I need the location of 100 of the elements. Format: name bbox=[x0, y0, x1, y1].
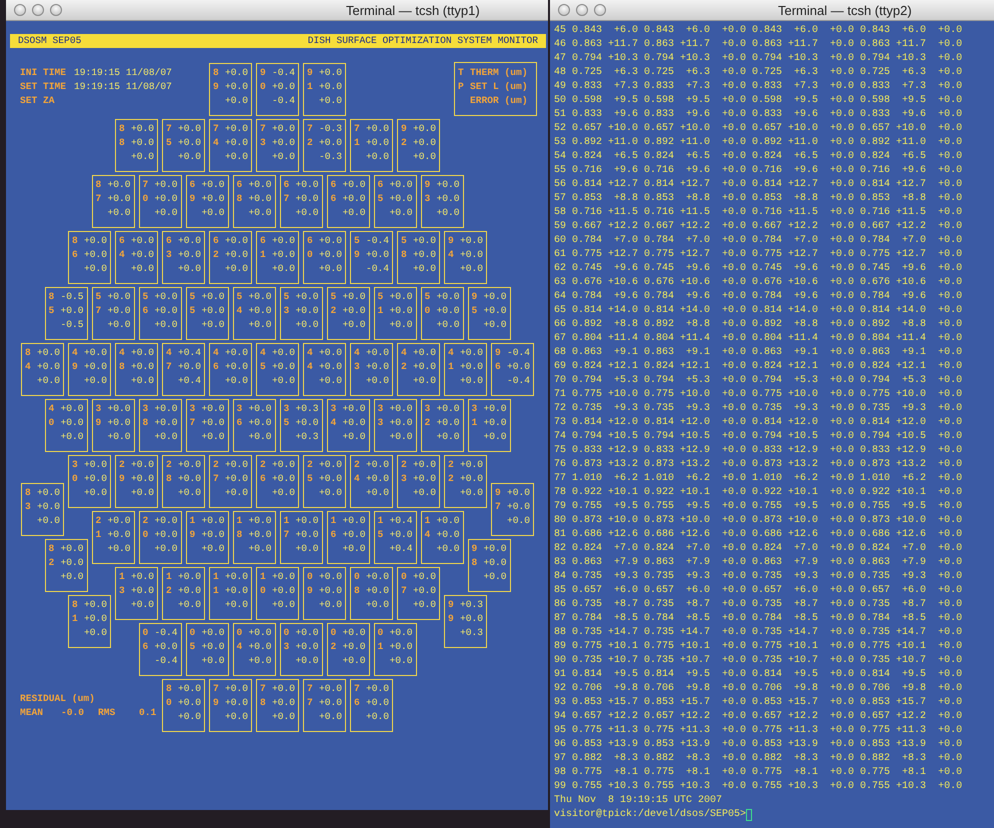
therm-value: +0.0 bbox=[389, 402, 412, 416]
therm-value: +0.0 bbox=[366, 346, 389, 360]
output-line: 88 0.735 +14.7 0.735 +14.7 +0.0 0.735 +14.7 +0.0 0.735 +14.7 +0.0 bbox=[554, 626, 964, 640]
set-l-index: 2 bbox=[166, 584, 172, 598]
therm-index: 7 bbox=[142, 178, 148, 192]
therm-index: 6 bbox=[119, 234, 125, 248]
therm-index: 3 bbox=[72, 458, 78, 472]
error-value: +0.0 bbox=[178, 486, 201, 500]
output-line: 56 0.814 +12.7 0.814 +12.7 +0.0 0.814 +12.7 +0.0 0.814 +12.7 +0.0 bbox=[554, 178, 964, 192]
output-line: 80 0.873 +10.0 0.873 +10.0 +0.0 0.873 +10.0 +0.0 0.873 +10.0 +0.0 bbox=[554, 514, 964, 528]
therm-index: 5 bbox=[190, 290, 196, 304]
error-value: +0.0 bbox=[389, 206, 412, 220]
output-line: 83 0.863 +7.9 0.863 +7.9 +0.0 0.863 +7.9 +0.0 0.863 +7.9 +0.0 bbox=[554, 556, 964, 570]
error-value: +0.0 bbox=[130, 150, 154, 164]
error-value: +0.0 bbox=[248, 318, 272, 332]
set-l-value: +0.0 bbox=[248, 304, 272, 318]
set-l-value: +0.0 bbox=[412, 584, 436, 598]
error-value: +0.0 bbox=[107, 318, 130, 332]
close-button[interactable] bbox=[558, 4, 570, 16]
set-l-value: +0.0 bbox=[295, 192, 318, 206]
output-line: 76 0.873 +13.2 0.873 +13.2 +0.0 0.873 +13.2 +0.0 0.873 +13.2 +0.0 bbox=[554, 458, 964, 472]
output-line: 81 0.686 +12.6 0.686 +12.6 +0.0 0.686 +12.6 +0.0 0.686 +12.6 +0.0 bbox=[554, 528, 964, 542]
set-l-value: +0.0 bbox=[483, 304, 506, 318]
set-l-value: +0.0 bbox=[248, 528, 272, 542]
set-l-index: 4 bbox=[213, 136, 219, 150]
zoom-button[interactable] bbox=[50, 4, 62, 16]
error-value: +0.4 bbox=[389, 542, 412, 556]
error-value: +0.0 bbox=[130, 598, 154, 612]
error-value: +0.0 bbox=[224, 710, 248, 724]
set-l-index: 6 bbox=[495, 360, 501, 374]
therm-index: 8 bbox=[25, 346, 31, 360]
error-value: +0.0 bbox=[154, 318, 178, 332]
therm-value: +0.0 bbox=[84, 598, 107, 612]
error-value: +0.0 bbox=[60, 570, 84, 584]
set-l-index: 4 bbox=[448, 248, 454, 262]
set-l-value: +0.0 bbox=[366, 136, 389, 150]
output-line: 84 0.735 +9.3 0.735 +9.3 +0.0 0.735 +9.3 +0.0 0.735 +9.3 +0.0 bbox=[554, 570, 964, 584]
set-l-index: 9 bbox=[190, 528, 196, 542]
error-value: +0.0 bbox=[412, 374, 436, 388]
error-value: +0.0 bbox=[460, 262, 483, 276]
therm-index: 6 bbox=[260, 234, 266, 248]
time-value: 19:19:15 11/08/07 bbox=[74, 66, 172, 80]
output-line: 72 0.735 +9.3 0.735 +9.3 +0.0 0.735 +9.3 +0.0 0.735 +9.3 +0.0 bbox=[554, 402, 964, 416]
set-l-index: 7 bbox=[307, 696, 313, 710]
therm-value: +0.0 bbox=[224, 682, 248, 696]
legend-key: P bbox=[458, 81, 464, 92]
therm-value: +0.0 bbox=[224, 570, 248, 584]
error-value: +0.0 bbox=[178, 150, 201, 164]
set-l-index: 7 bbox=[401, 584, 407, 598]
zoom-button[interactable] bbox=[594, 4, 606, 16]
set-l-value: +0.0 bbox=[130, 472, 154, 486]
set-l-value: +0.0 bbox=[60, 556, 84, 570]
therm-index: 6 bbox=[307, 234, 313, 248]
set-l-value: +0.0 bbox=[107, 528, 130, 542]
error-value: +0.0 bbox=[318, 262, 342, 276]
therm-value: +0.0 bbox=[389, 626, 412, 640]
therm-value: +0.0 bbox=[84, 458, 107, 472]
therm-value: +0.0 bbox=[130, 234, 154, 248]
set-l-value: +0.0 bbox=[295, 640, 318, 654]
therm-value: +0.0 bbox=[178, 234, 201, 248]
error-value: +0.0 bbox=[224, 150, 248, 164]
therm-value: +0.0 bbox=[272, 234, 295, 248]
set-l-index: 0 bbox=[307, 248, 313, 262]
therm-index: 8 bbox=[48, 290, 54, 304]
error-value: +0.0 bbox=[178, 598, 201, 612]
therm-index: 1 bbox=[236, 514, 242, 528]
therm-index: 1 bbox=[330, 514, 336, 528]
therm-value: +0.0 bbox=[154, 290, 178, 304]
output-line: 49 0.833 +7.3 0.833 +7.3 +0.0 0.833 +7.3 +0.0 0.833 +7.3 +0.0 bbox=[554, 80, 964, 94]
error-value: +0.0 bbox=[342, 318, 366, 332]
therm-index: 9 bbox=[448, 598, 454, 612]
therm-index: 4 bbox=[401, 346, 407, 360]
set-l-value: +0.0 bbox=[506, 360, 530, 374]
therm-index: 4 bbox=[307, 346, 313, 360]
therm-index: 5 bbox=[284, 290, 290, 304]
therm-value: -0.3 bbox=[318, 122, 342, 136]
output-line: 95 0.775 +11.3 0.775 +11.3 +0.0 0.775 +11.3 +0.0 0.775 +11.3 +0.0 bbox=[554, 724, 964, 738]
minimize-button[interactable] bbox=[576, 4, 588, 16]
therm-index: 9 bbox=[495, 486, 501, 500]
therm-index: 7 bbox=[354, 682, 360, 696]
set-l-value: +0.0 bbox=[342, 528, 366, 542]
therm-value: +0.0 bbox=[224, 346, 248, 360]
minimize-button[interactable] bbox=[32, 4, 44, 16]
therm-index: 5 bbox=[354, 234, 360, 248]
therm-index: 6 bbox=[284, 178, 290, 192]
set-l-index: 2 bbox=[48, 556, 54, 570]
error-value: +0.0 bbox=[389, 318, 412, 332]
output-line: 71 0.775 +10.0 0.775 +10.0 +0.0 0.775 +10.0 +0.0 0.775 +10.0 +0.0 bbox=[554, 388, 964, 402]
therm-value: +0.0 bbox=[272, 682, 295, 696]
set-l-index: 8 bbox=[166, 472, 172, 486]
error-value: +0.0 bbox=[36, 374, 60, 388]
set-l-value: +0.0 bbox=[483, 416, 506, 430]
therm-index: 0 bbox=[378, 626, 384, 640]
legend-label: ERROR (um) bbox=[470, 94, 528, 108]
close-button[interactable] bbox=[14, 4, 26, 16]
output-line: 68 0.863 +9.1 0.863 +9.1 +0.0 0.863 +9.1 +0.0 0.863 +9.1 +0.0 bbox=[554, 346, 964, 360]
time-value: 19:19:15 11/08/07 bbox=[74, 80, 172, 94]
therm-index: 4 bbox=[213, 346, 219, 360]
therm-index: 1 bbox=[424, 514, 430, 528]
output-line: 78 0.922 +10.1 0.922 +10.1 +0.0 0.922 +10.1 +0.0 0.922 +10.1 +0.0 bbox=[554, 486, 964, 500]
